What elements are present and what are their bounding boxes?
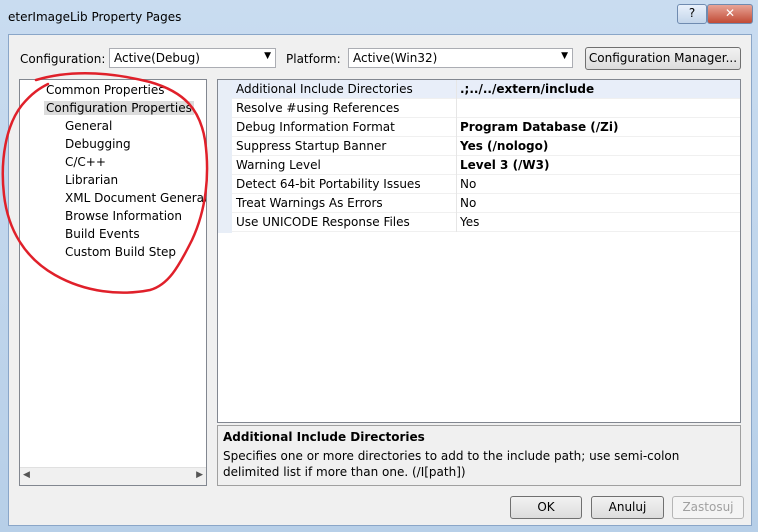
scroll-left-icon[interactable]: ◀	[23, 470, 30, 480]
configuration-manager-button[interactable]: Configuration Manager...	[585, 47, 741, 70]
tree-item-build-events[interactable]: Build Events	[65, 227, 140, 241]
property-value[interactable]: .;../../extern/include	[460, 82, 594, 96]
ok-button[interactable]: OK	[510, 496, 582, 519]
window-title: eterImageLib Property Pages	[8, 10, 182, 24]
description-panel: Additional Include Directories Specifies…	[217, 425, 741, 486]
column-divider	[456, 118, 457, 137]
property-name: Debug Information Format	[236, 120, 395, 134]
column-divider	[456, 175, 457, 194]
property-value[interactable]: Yes (/nologo)	[460, 139, 548, 153]
help-button[interactable]: ?	[677, 4, 707, 24]
configuration-value: Active(Debug)	[114, 51, 200, 65]
property-tree[interactable]: Common Properties Configuration Properti…	[19, 79, 207, 486]
configuration-label: Configuration:	[20, 52, 106, 66]
column-divider	[456, 213, 457, 232]
property-row[interactable]: Resolve #using References	[232, 99, 740, 118]
tree-item-general[interactable]: General	[65, 119, 112, 133]
property-name: Warning Level	[236, 158, 321, 172]
property-row[interactable]: Treat Warnings As Errors No	[232, 194, 740, 213]
column-divider	[456, 80, 457, 99]
grid-gutter	[218, 80, 232, 233]
property-name: Detect 64-bit Portability Issues	[236, 177, 421, 191]
property-value[interactable]: No	[460, 196, 476, 210]
property-pages-window: eterImageLib Property Pages ? ✕ Configur…	[0, 0, 758, 532]
tree-item-configuration-properties[interactable]: Configuration Properties	[44, 101, 194, 115]
property-value[interactable]: Yes	[460, 215, 479, 229]
property-name: Additional Include Directories	[236, 82, 413, 96]
configuration-select[interactable]: Active(Debug) ▼	[109, 48, 276, 68]
property-name: Suppress Startup Banner	[236, 139, 387, 153]
chevron-down-icon: ▼	[561, 51, 568, 61]
apply-button[interactable]: Zastosuj	[672, 496, 744, 519]
property-name: Resolve #using References	[236, 101, 400, 115]
property-row[interactable]: Suppress Startup Banner Yes (/nologo)	[232, 137, 740, 156]
tree-horizontal-scrollbar[interactable]: ◀ ▶	[20, 467, 206, 485]
tree-item-cpp[interactable]: C/C++	[65, 155, 106, 169]
tree-item-custom-build-step[interactable]: Custom Build Step	[65, 245, 176, 259]
description-text: Specifies one or more directories to add…	[223, 449, 680, 479]
tree-item-common-properties[interactable]: Common Properties	[46, 83, 165, 97]
property-row[interactable]: Detect 64-bit Portability Issues No	[232, 175, 740, 194]
title-bar: eterImageLib Property Pages ? ✕	[0, 0, 758, 34]
property-value[interactable]: No	[460, 177, 476, 191]
column-divider	[456, 137, 457, 156]
property-name: Treat Warnings As Errors	[236, 196, 383, 210]
platform-label: Platform:	[286, 52, 341, 66]
property-value[interactable]: Level 3 (/W3)	[460, 158, 550, 172]
column-divider	[456, 99, 457, 118]
platform-select[interactable]: Active(Win32) ▼	[348, 48, 573, 68]
chevron-down-icon: ▼	[264, 51, 271, 61]
property-row[interactable]: Additional Include Directories .;../../e…	[232, 80, 740, 99]
column-divider	[456, 156, 457, 175]
property-grid: Additional Include Directories .;../../e…	[217, 79, 741, 423]
close-button[interactable]: ✕	[707, 4, 753, 24]
property-value[interactable]: Program Database (/Zi)	[460, 120, 618, 134]
description-title: Additional Include Directories	[223, 430, 425, 444]
column-divider	[456, 194, 457, 213]
cancel-button[interactable]: Anuluj	[591, 496, 664, 519]
property-row[interactable]: Warning Level Level 3 (/W3)	[232, 156, 740, 175]
property-name: Use UNICODE Response Files	[236, 215, 410, 229]
platform-value: Active(Win32)	[353, 51, 438, 65]
tree-item-xml-document-generator[interactable]: XML Document Generator	[65, 191, 206, 205]
scroll-right-icon[interactable]: ▶	[196, 470, 203, 480]
tree-item-librarian[interactable]: Librarian	[65, 173, 118, 187]
property-row[interactable]: Debug Information Format Program Databas…	[232, 118, 740, 137]
tree-item-browse-information[interactable]: Browse Information	[65, 209, 182, 223]
tree-item-debugging[interactable]: Debugging	[65, 137, 131, 151]
property-row[interactable]: Use UNICODE Response Files Yes	[232, 213, 740, 232]
